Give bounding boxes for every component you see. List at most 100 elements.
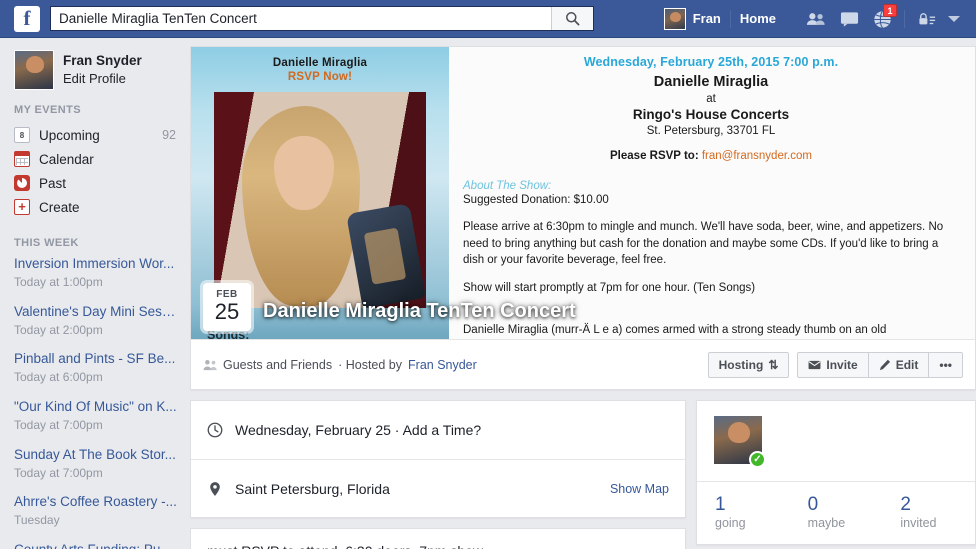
about-show-heading: About The Show: <box>463 180 552 192</box>
event-link[interactable]: Inversion Immersion Wor... <box>14 256 178 273</box>
facebook-logo-icon[interactable]: f <box>14 5 40 32</box>
chevron-down-icon[interactable] <box>948 16 960 22</box>
event-guests-column: ✓ 1 going 0 maybe 2 invited <box>696 400 976 549</box>
edit-button[interactable]: Edit <box>868 351 930 378</box>
event-action-bar: Guests and Friends · Hosted by Fran Snyd… <box>191 339 975 389</box>
envelope-icon <box>808 360 821 369</box>
event-date-row[interactable]: Wednesday, February 25 · Add a Time? <box>191 401 685 459</box>
event-link[interactable]: Pinball and Pints - SF Be... <box>14 351 178 368</box>
sidebar-item-upcoming[interactable]: 8 Upcoming 92 <box>14 123 190 147</box>
invite-button[interactable]: Invite <box>797 351 869 378</box>
event-time: Tuesday <box>14 513 60 528</box>
list-item[interactable]: County Arts Funding: Pub... Tuesday at 3… <box>14 542 190 549</box>
event-time: Today at 1:00pm <box>14 274 103 289</box>
upcoming-count: 92 <box>162 128 176 142</box>
avatar-head <box>728 422 750 443</box>
more-options-button[interactable]: ••• <box>929 351 963 378</box>
event-link[interactable]: County Arts Funding: Pub... <box>14 542 178 549</box>
event-location-row[interactable]: Saint Petersburg, Florida Show Map <box>191 459 685 517</box>
clock-icon <box>14 175 30 191</box>
event-link[interactable]: "Our Kind Of Music" on K... <box>14 399 178 416</box>
event-date-badge: FEB 25 <box>203 283 251 331</box>
sidebar-user-name: Fran Snyder <box>63 53 142 69</box>
host-name-link[interactable]: Fran Snyder <box>408 358 477 372</box>
flyer-artist-name: Danielle Miraglia <box>272 57 368 69</box>
messages-button[interactable] <box>834 5 864 33</box>
privacy-shortcuts-button[interactable] <box>912 5 942 33</box>
hosted-by-prefix: · Hosted by <box>338 357 403 372</box>
maybe-count-block[interactable]: 0 maybe <box>790 494 883 530</box>
main-content: Danielle Miraglia RSVP Now! Songs: Wedne… <box>190 38 976 549</box>
flyer-date-line: Wednesday, February 25th, 2015 7:00 p.m. <box>583 55 839 69</box>
top-nav-right-group: Fran Home 1 <box>655 0 970 38</box>
flyer-paragraph-2: Show will start promptly at 7pm for one … <box>463 282 756 295</box>
going-count: 1 <box>715 494 726 515</box>
avatar <box>663 8 686 30</box>
event-privacy-label: Guests and Friends <box>223 357 333 372</box>
sidebar-item-create[interactable]: + Create <box>14 195 190 219</box>
show-map-link[interactable]: Show Map <box>610 482 669 496</box>
this-week-heading: THIS WEEK <box>14 237 79 249</box>
sidebar-item-label: Create <box>39 199 80 215</box>
flyer-rsvp-line: Please RSVP to: fran@fransnyder.com <box>463 150 959 162</box>
list-item[interactable]: Ahrre's Coffee Roastery -... Tuesday <box>14 494 190 529</box>
list-item[interactable]: Sunday At The Book Stor... Today at 7:00… <box>14 447 190 482</box>
event-description-text: must RSVP to attend. 6:30 doors, 7pm sho… <box>207 543 486 549</box>
event-link[interactable]: Ahrre's Coffee Roastery -... <box>14 494 178 511</box>
sidebar-item-calendar[interactable]: Calendar <box>14 147 190 171</box>
rsvp-email: fran@fransnyder.com <box>701 150 812 162</box>
avatar[interactable]: ✓ <box>713 415 766 468</box>
flyer-artist: Danielle Miraglia <box>653 74 769 90</box>
notification-badge: 1 <box>883 4 897 17</box>
flyer-bio: Danielle Miraglia (murr-Ä L e a) comes a… <box>463 324 887 337</box>
updown-chevron-icon: ⇅ <box>768 357 779 372</box>
edit-profile-link[interactable]: Edit Profile <box>63 70 142 88</box>
guest-list-card: ✓ 1 going 0 maybe 2 invited <box>696 400 976 545</box>
flyer-venue: Ringo's House Concerts <box>632 107 790 122</box>
flyer-at-word: at <box>706 93 716 105</box>
page-body: Fran Snyder Edit Profile MY EVENTS 8 Upc… <box>0 38 976 549</box>
list-item[interactable]: Pinball and Pints - SF Be... Today at 6:… <box>14 351 190 386</box>
notifications-button[interactable]: 1 <box>867 4 897 33</box>
search-icon <box>566 12 580 26</box>
sidebar-item-label: Past <box>39 175 67 191</box>
list-item[interactable]: Inversion Immersion Wor... Today at 1:00… <box>14 256 190 291</box>
event-time: Today at 2:00pm <box>14 322 103 337</box>
flyer-right-panel: Wednesday, February 25th, 2015 7:00 p.m.… <box>449 47 975 339</box>
sidebar-item-past[interactable]: Past <box>14 171 190 195</box>
friend-requests-button[interactable] <box>801 5 831 33</box>
event-date-text: Wednesday, February 25 · Add a Time? <box>235 422 482 438</box>
nav-profile-link[interactable]: Fran <box>655 5 730 33</box>
invited-label: invited <box>900 515 937 530</box>
lock-icon <box>919 13 936 25</box>
my-events-heading: MY EVENTS <box>14 104 81 116</box>
search-submit-button[interactable] <box>551 7 593 30</box>
nav-profile-name: Fran <box>692 11 721 26</box>
clock-icon <box>207 422 223 438</box>
invited-count-block[interactable]: 2 invited <box>882 494 975 530</box>
nav-home-link[interactable]: Home <box>731 5 785 33</box>
top-navigation-bar: f Fran Home <box>0 0 976 38</box>
check-icon: ✓ <box>749 451 766 468</box>
search-input[interactable] <box>51 7 551 30</box>
avatar <box>14 50 54 90</box>
invite-label: Invite <box>826 357 858 372</box>
event-link[interactable]: Sunday At The Book Stor... <box>14 447 178 464</box>
search-bar[interactable] <box>50 6 594 31</box>
list-item[interactable]: "Our Kind Of Music" on K... Today at 7:0… <box>14 399 190 434</box>
hosting-dropdown-button[interactable]: Hosting ⇅ <box>707 351 790 378</box>
list-item[interactable]: Valentine's Day Mini Sess... Today at 2:… <box>14 304 190 339</box>
event-link[interactable]: Valentine's Day Mini Sess... <box>14 304 178 321</box>
sidebar-profile[interactable]: Fran Snyder Edit Profile <box>14 50 190 90</box>
calendar-icon <box>14 151 30 167</box>
event-privacy-host: Guests and Friends · Hosted by Fran Snyd… <box>203 358 708 372</box>
going-count-block[interactable]: 1 going <box>697 494 790 530</box>
guest-counts: 1 going 0 maybe 2 invited <box>697 481 975 544</box>
guests-icon <box>203 359 217 370</box>
event-description-card: must RSVP to attend. 6:30 doors, 7pm sho… <box>190 528 686 549</box>
plus-icon: + <box>14 199 30 215</box>
flyer-rsvp-text: RSVP Now! <box>287 71 353 83</box>
event-cover-photo[interactable]: Danielle Miraglia RSVP Now! Songs: Wedne… <box>191 47 975 339</box>
event-details-card: Wednesday, February 25 · Add a Time? Sai… <box>190 400 686 518</box>
suggested-donation: Suggested Donation: $10.00 <box>463 194 609 206</box>
